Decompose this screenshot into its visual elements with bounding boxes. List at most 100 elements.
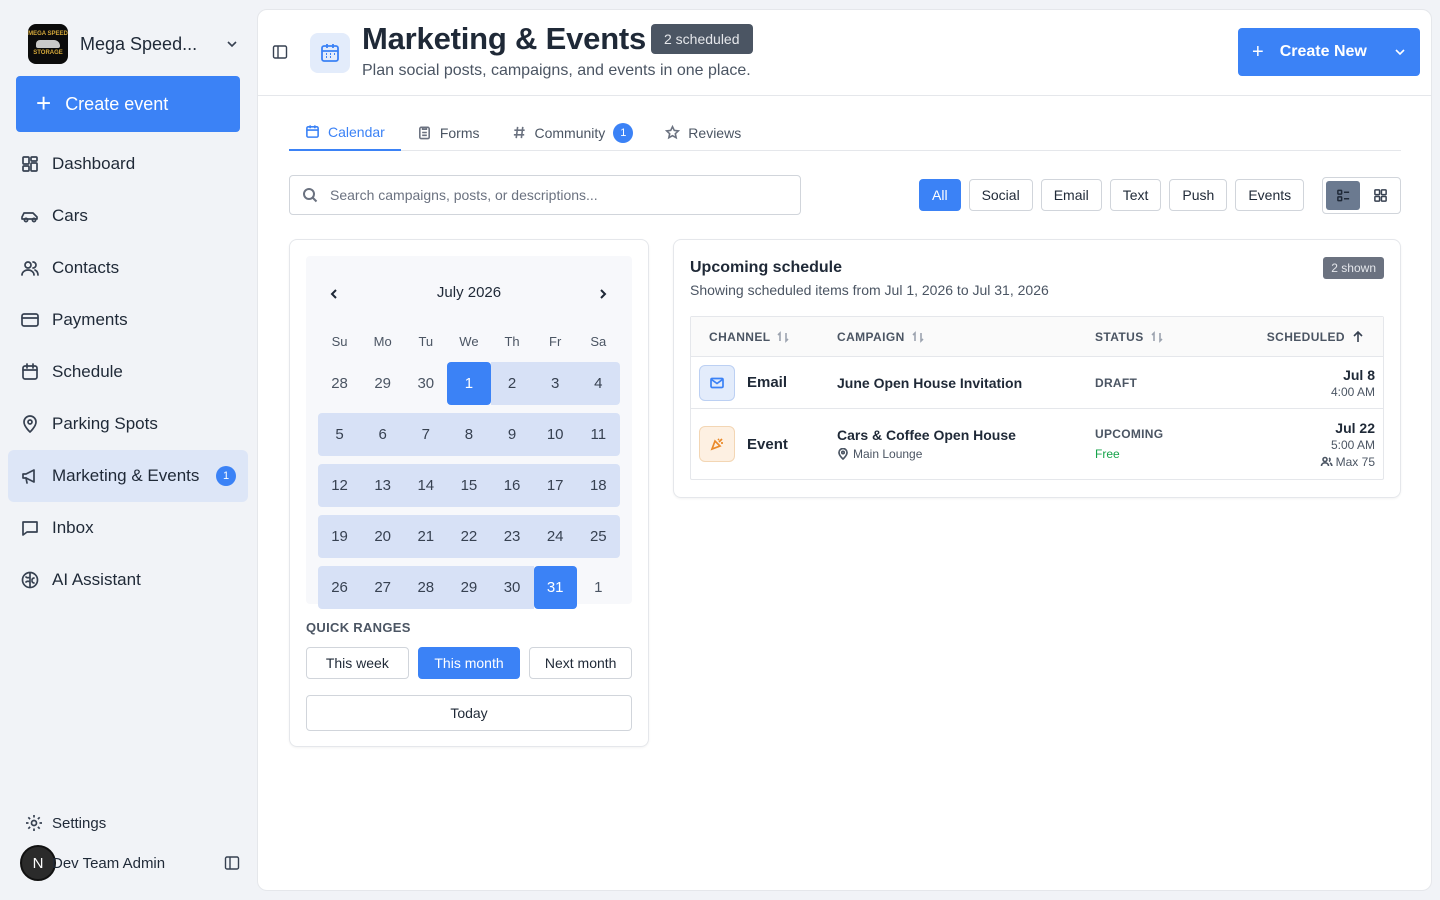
calendar-day-range-start[interactable]: 1 xyxy=(447,362,491,405)
calendar-day[interactable]: 22 xyxy=(447,515,491,558)
avatar[interactable]: N xyxy=(20,845,56,881)
filter-events[interactable]: Events xyxy=(1235,179,1305,211)
sidebar-item-label: Schedule xyxy=(52,362,123,381)
grid-view-button[interactable] xyxy=(1363,181,1397,210)
month-calendar: July 2026 Su Mo Tu We Th Fr Sa 28 29 30 xyxy=(306,256,632,609)
create-event-button[interactable]: + Create event xyxy=(16,76,240,132)
calendar-day[interactable]: 17 xyxy=(533,464,577,507)
campaign-cell: June Open House Invitation xyxy=(837,375,1095,391)
calendar-day[interactable]: 9 xyxy=(490,413,534,456)
filter-all[interactable]: All xyxy=(919,179,961,211)
calendar-day[interactable]: 20 xyxy=(361,515,405,558)
calendar-day[interactable]: 30 xyxy=(404,362,447,405)
calendar-day[interactable]: 14 xyxy=(404,464,448,507)
sidebar-item-inbox[interactable]: Inbox xyxy=(8,502,248,554)
tab-reviews[interactable]: Reviews xyxy=(649,114,757,151)
calendar-day[interactable]: 16 xyxy=(490,464,534,507)
sidebar-collapse-icon[interactable] xyxy=(224,855,240,871)
sidebar-item-dashboard[interactable]: Dashboard xyxy=(8,138,248,190)
calendar-day[interactable]: 26 xyxy=(318,566,362,609)
calendar-day[interactable]: 6 xyxy=(361,413,405,456)
table-row[interactable]: Email June Open House Invitation DRAFT J… xyxy=(691,357,1383,409)
calendar-day[interactable]: 13 xyxy=(361,464,405,507)
settings-link[interactable]: Settings xyxy=(24,813,106,833)
map-pin-icon xyxy=(23,415,37,433)
calendar-day[interactable]: 30 xyxy=(490,566,534,609)
users-icon xyxy=(1320,456,1333,467)
next-month-button-range[interactable]: Next month xyxy=(529,647,633,679)
calendar-day[interactable]: 12 xyxy=(318,464,362,507)
chevron-right-icon xyxy=(600,289,607,299)
status-cell: UPCOMING Free xyxy=(1095,427,1250,461)
calendar-day[interactable]: 19 xyxy=(318,515,362,558)
calendar-day[interactable]: 18 xyxy=(576,464,620,507)
sidebar-item-label: Marketing & Events xyxy=(52,466,200,485)
calendar-day[interactable]: 27 xyxy=(361,566,405,609)
calendar-day[interactable]: 7 xyxy=(404,413,448,456)
search-field[interactable] xyxy=(289,175,801,215)
channel-cell: Email xyxy=(691,364,837,401)
sidebar-item-ai-assistant[interactable]: AI Assistant xyxy=(8,554,248,606)
table-row[interactable]: Event Cars & Coffee Open House Main Loun… xyxy=(691,409,1383,479)
plus-icon: + xyxy=(36,87,52,118)
calendar-day[interactable]: 25 xyxy=(576,515,620,558)
list-view-icon xyxy=(1336,189,1349,202)
calendar-day[interactable]: 1 xyxy=(577,566,620,609)
panel-toggle-icon[interactable] xyxy=(272,44,288,60)
channel-label: Email xyxy=(747,374,788,391)
calendar-day[interactable]: 15 xyxy=(447,464,491,507)
calendar-day[interactable]: 21 xyxy=(404,515,448,558)
sidebar-item-label: Dashboard xyxy=(52,154,136,173)
filter-text[interactable]: Text xyxy=(1109,179,1162,211)
sidebar-item-parking-spots[interactable]: Parking Spots xyxy=(8,398,248,450)
calendar-day[interactable]: 29 xyxy=(361,362,404,405)
sidebar-item-payments[interactable]: Payments xyxy=(8,294,248,346)
chevron-down-icon[interactable] xyxy=(224,36,240,52)
column-header-campaign[interactable]: CAMPAIGN xyxy=(837,330,1095,344)
filter-push[interactable]: Push xyxy=(1169,179,1228,211)
tab-calendar[interactable]: Calendar xyxy=(289,114,401,151)
user-profile[interactable]: N Dev Team Admin xyxy=(20,845,240,881)
calendar-day[interactable]: 24 xyxy=(533,515,577,558)
column-header-channel[interactable]: CHANNEL xyxy=(691,330,837,344)
brand-logo: MEGA SPEED STORAGE xyxy=(28,24,68,64)
calendar-day[interactable]: 2 xyxy=(490,362,534,405)
calendar-day-range-end[interactable]: 31 xyxy=(533,566,577,609)
next-month-button[interactable] xyxy=(593,284,613,304)
list-view-button[interactable] xyxy=(1326,181,1360,210)
calendar-day[interactable]: 11 xyxy=(576,413,620,456)
view-toggle xyxy=(1322,177,1401,214)
filter-social[interactable]: Social xyxy=(968,179,1033,211)
column-header-scheduled[interactable]: SCHEDULED xyxy=(1250,330,1383,344)
calendar-day[interactable]: 23 xyxy=(490,515,534,558)
this-week-button[interactable]: This week xyxy=(306,647,409,679)
calendar-day[interactable]: 28 xyxy=(318,362,361,405)
calendar-day[interactable]: 5 xyxy=(318,413,362,456)
brand-switcher[interactable]: MEGA SPEED STORAGE Mega Speed... xyxy=(28,24,240,64)
tab-community[interactable]: Community 1 xyxy=(496,114,650,151)
today-button[interactable]: Today xyxy=(306,695,632,731)
this-month-button[interactable]: This month xyxy=(417,647,521,679)
filter-email[interactable]: Email xyxy=(1040,179,1102,211)
calendar-day[interactable]: 3 xyxy=(533,362,577,405)
create-new-button[interactable]: + Create New xyxy=(1238,28,1420,76)
column-label: CAMPAIGN xyxy=(837,329,905,344)
sidebar-item-marketing-events[interactable]: Marketing & Events 1 xyxy=(8,450,248,502)
calendar-week: 12 13 14 15 16 17 18 xyxy=(318,460,620,511)
status-cell: DRAFT xyxy=(1095,376,1250,390)
calendar-day[interactable]: 10 xyxy=(533,413,577,456)
sidebar-item-schedule[interactable]: Schedule xyxy=(8,346,248,398)
calendar-day[interactable]: 29 xyxy=(447,566,491,609)
column-header-status[interactable]: STATUS xyxy=(1095,330,1250,344)
weekday-label: We xyxy=(459,334,479,349)
location-label: Main Lounge xyxy=(853,447,923,461)
calendar-day[interactable]: 8 xyxy=(447,413,491,456)
sidebar-item-contacts[interactable]: Contacts xyxy=(8,242,248,294)
sidebar-item-cars[interactable]: Cars xyxy=(8,190,248,242)
calendar-day[interactable]: 28 xyxy=(404,566,448,609)
search-input[interactable] xyxy=(330,187,770,203)
tab-forms[interactable]: Forms xyxy=(401,114,496,151)
calendar-icon xyxy=(22,363,38,380)
sort-icon xyxy=(912,330,924,343)
calendar-day[interactable]: 4 xyxy=(576,362,620,405)
